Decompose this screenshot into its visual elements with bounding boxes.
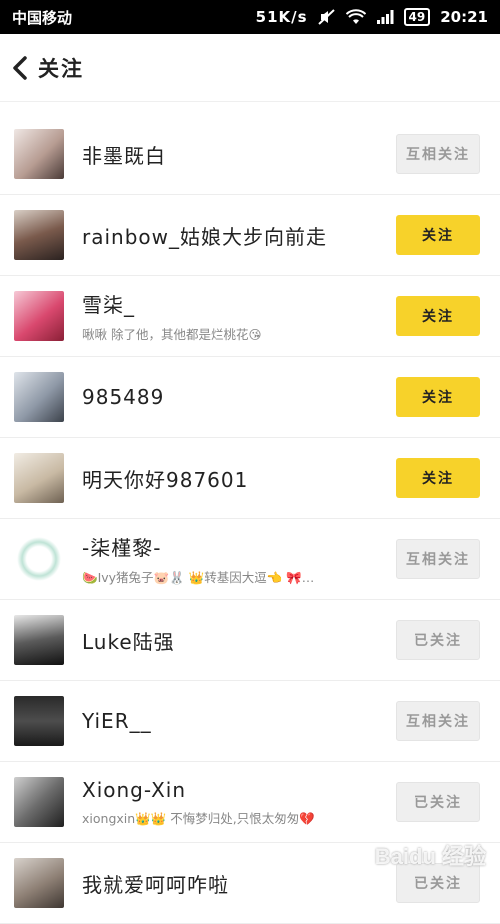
follow-button[interactable]: 关注 [396, 377, 480, 417]
mute-icon [317, 9, 336, 25]
user-name: 非墨既白 [82, 143, 166, 168]
followed-button[interactable]: 已关注 [396, 620, 480, 660]
user-info: 我就爱呵呵咋啦 [82, 869, 396, 898]
user-info: 雪柒_ 啾啾 除了他，其他都是烂桃花😘 [82, 289, 396, 343]
user-info: Luke陆强 [82, 626, 396, 655]
user-name: -柒槿黎- [82, 536, 162, 560]
user-info: rainbow_姑娘大步向前走 [82, 221, 396, 250]
avatar[interactable] [14, 372, 64, 422]
network-speed: 51K/s [255, 8, 308, 26]
signal-icon [376, 9, 394, 25]
user-info: 985489 [82, 385, 396, 409]
user-name: 雪柒_ [82, 293, 135, 317]
avatar[interactable] [14, 291, 64, 341]
list-item[interactable]: -柒槿黎- 🍉Ivy猪兔子🐷🐰 👑转基因大逗👈 🎀… 互相关注 [0, 519, 500, 600]
mutual-follow-button[interactable]: 互相关注 [396, 134, 480, 174]
user-name: Xiong-Xin [82, 777, 187, 802]
app-header: 关注 [0, 34, 500, 102]
battery-indicator: 49 [403, 8, 431, 26]
list-item[interactable]: YiER__ 互相关注 [0, 681, 500, 762]
mutual-follow-button[interactable]: 互相关注 [396, 701, 480, 741]
follow-button[interactable]: 关注 [396, 296, 480, 336]
list-item[interactable]: rainbow_姑娘大步向前走 关注 [0, 195, 500, 276]
list-item[interactable]: 雪柒_ 啾啾 除了他，其他都是烂桃花😘 关注 [0, 276, 500, 357]
clock: 20:21 [440, 8, 488, 26]
baidu-watermark: Baidu 经验 [374, 844, 486, 869]
avatar[interactable] [14, 453, 64, 503]
user-info: Xiong-Xin xiongxin👑👑 不悔梦归处,只恨太匆匆💔 [82, 778, 396, 827]
user-bio: 啾啾 除了他，其他都是烂桃花😘 [82, 327, 262, 342]
status-icons: 51K/s 49 20:21 [256, 8, 488, 26]
following-list: 非墨既白 互相关注 rainbow_姑娘大步向前走 关注 雪柒_ 啾啾 除了他，… [0, 114, 500, 924]
user-bio: xiongxin👑👑 不悔梦归处,只恨太匆匆💔 [82, 810, 315, 826]
follow-button[interactable]: 关注 [396, 458, 480, 498]
list-item[interactable]: Xiong-Xin xiongxin👑👑 不悔梦归处,只恨太匆匆💔 已关注 [0, 762, 500, 843]
avatar[interactable] [14, 696, 64, 746]
list-item[interactable]: Luke陆强 已关注 [0, 600, 500, 681]
chevron-left-icon [13, 55, 27, 80]
user-bio: 🍉Ivy猪兔子🐷🐰 👑转基因大逗👈 🎀… [82, 570, 315, 585]
page-title: 关注 [38, 56, 84, 81]
user-info: 非墨既白 [82, 140, 396, 169]
avatar[interactable] [14, 129, 64, 179]
list-item[interactable]: 明天你好987601 关注 [0, 438, 500, 519]
user-info: YiER__ [82, 709, 396, 733]
followed-button[interactable]: 已关注 [396, 782, 480, 822]
list-item[interactable]: 非墨既白 互相关注 [0, 114, 500, 195]
follow-button[interactable]: 关注 [396, 215, 480, 255]
carrier-label: 中国移动 [12, 8, 73, 27]
avatar[interactable] [14, 534, 64, 584]
avatar[interactable] [14, 777, 64, 827]
user-name: rainbow_姑娘大步向前走 [82, 224, 327, 249]
back-button[interactable] [12, 55, 28, 80]
mutual-follow-button[interactable]: 互相关注 [396, 539, 480, 579]
user-name: 我就爱呵呵咋啦 [82, 872, 229, 897]
user-name: 985489 [82, 385, 165, 409]
avatar[interactable] [14, 615, 64, 665]
user-info: -柒槿黎- 🍉Ivy猪兔子🐷🐰 👑转基因大逗👈 🎀… [82, 532, 396, 586]
user-name: Luke陆强 [82, 629, 175, 654]
user-info: 明天你好987601 [82, 464, 396, 493]
user-name: 明天你好987601 [82, 467, 249, 492]
list-item[interactable]: 985489 关注 [0, 357, 500, 438]
wifi-icon [345, 9, 366, 25]
status-bar: 中国移动 51K/s 49 20:21 [0, 0, 500, 34]
avatar[interactable] [14, 210, 64, 260]
avatar[interactable] [14, 858, 64, 908]
user-name: YiER__ [82, 709, 152, 733]
